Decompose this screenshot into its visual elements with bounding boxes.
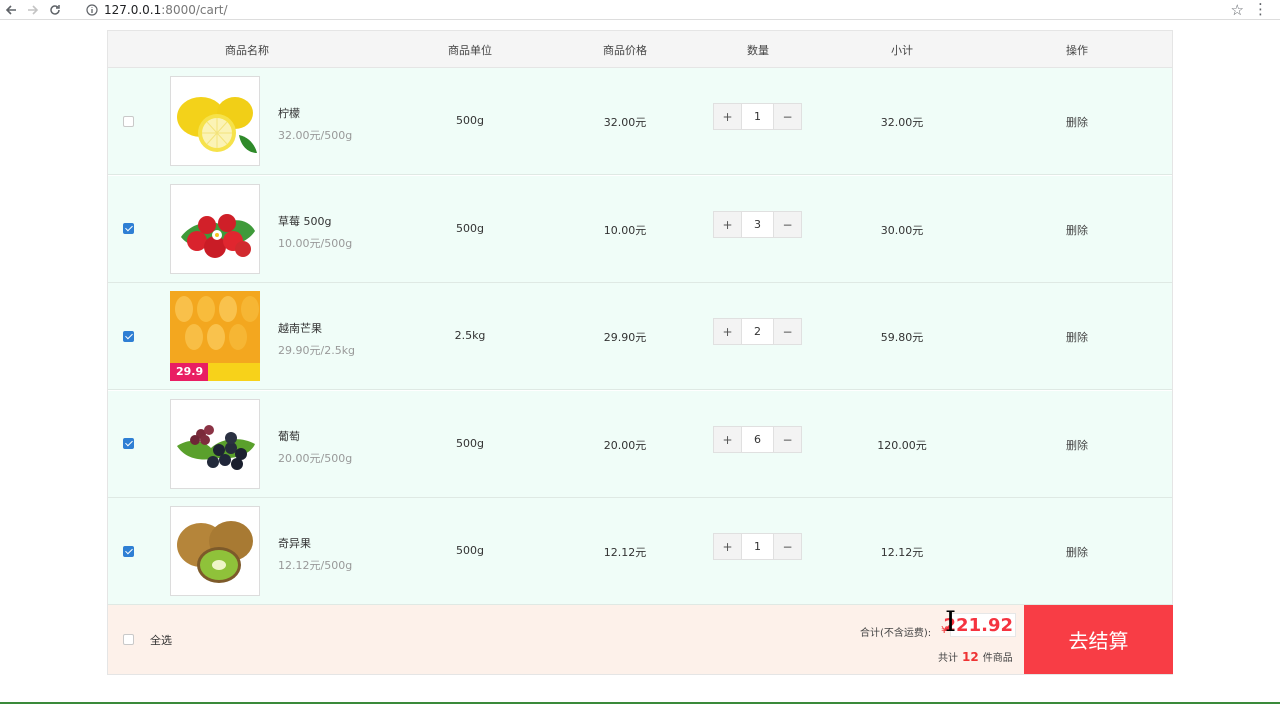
increase-button[interactable]: + [714,534,741,559]
decrease-button[interactable]: − [774,534,801,559]
decrease-button[interactable]: − [774,104,801,129]
row-subtotal: 12.12元 [880,546,924,559]
product-price: 10.00元 [603,224,647,237]
cart-row: 柠檬 32.00元/500g 500g 32.00元 + 1 − 32.00元 … [108,68,1172,175]
quantity-value[interactable]: 1 [741,104,774,129]
delete-link[interactable]: 删除 [1066,544,1088,560]
decrease-button[interactable]: − [774,319,801,344]
item-checkbox[interactable] [123,223,134,234]
address-bar[interactable]: 127.0.0.1:8000/cart/ [84,0,1254,20]
item-checkbox[interactable] [123,438,134,449]
item-checkbox[interactable] [123,331,134,342]
mango-price-tag: 29.9 [176,365,204,378]
product-price: 20.00元 [603,439,647,452]
product-unit: 500g [456,222,484,235]
product-image-mango: 29.9 [170,291,260,381]
product-image-lemon [170,76,260,166]
cart-row: 葡萄 20.00元/500g 500g 20.00元 + 6 − 120.00元… [108,391,1172,498]
total-label: 合计(不含运费): [860,628,932,639]
row-subtotal: 59.80元 [880,331,924,344]
product-name: 葡萄 [278,430,300,443]
product-unit-price: 32.00元/500g [278,129,353,142]
quantity-stepper: + 6 − [713,426,802,453]
count-prefix: 共计 [938,653,958,664]
select-all-label[interactable]: 全选 [150,632,172,648]
quantity-stepper: + 3 − [713,211,802,238]
item-checkbox[interactable] [123,546,134,557]
row-subtotal: 30.00元 [880,224,924,237]
product-name: 柠檬 [278,107,300,120]
product-name: 草莓 500g [278,215,332,228]
select-all-checkbox[interactable] [123,634,134,645]
row-subtotal: 120.00元 [877,439,927,452]
count-suffix: 件商品 [982,653,1013,664]
delete-link[interactable]: 删除 [1066,437,1088,453]
bookmark-star-icon[interactable]: ☆ [1231,1,1244,19]
product-image-grape [170,399,260,489]
reload-icon[interactable] [44,0,66,20]
product-image-kiwi [170,506,260,596]
checkout-button[interactable]: 去结算 [1024,605,1173,674]
back-icon[interactable] [0,0,22,20]
product-image-strawberry [170,184,260,274]
cart-row: 29.9 越南芒果 29.90元/2.5kg 2.5kg 29.90元 + 2 … [108,283,1172,390]
total-amount: 221.92 [944,613,1016,637]
increase-button[interactable]: + [714,104,741,129]
product-unit: 500g [456,544,484,557]
product-unit-price: 10.00元/500g [278,237,353,250]
url-path: :8000/cart/ [161,3,228,17]
header-price: 商品价格 [603,44,647,57]
quantity-value[interactable]: 3 [741,212,774,237]
increase-button[interactable]: + [714,427,741,452]
quantity-stepper: + 1 − [713,103,802,130]
product-price: 12.12元 [603,546,647,559]
quantity-stepper: + 1 − [713,533,802,560]
header-subtotal: 小计 [891,44,913,57]
header-quantity: 数量 [747,44,769,57]
table-header: 商品名称 商品单位 商品价格 数量 小计 操作 [108,31,1172,68]
browser-menu-icon[interactable]: ⋮ [1253,0,1268,18]
page-bottom-border [0,702,1280,704]
forward-icon[interactable] [22,0,44,20]
header-action: 操作 [1066,44,1088,57]
cart-row: 草莓 500g 10.00元/500g 500g 10.00元 + 3 − 30… [108,176,1172,283]
cart-row: 奇异果 12.12元/500g 500g 12.12元 + 1 − 12.12元… [108,498,1172,605]
browser-toolbar: 127.0.0.1:8000/cart/ ☆ ⋮ [0,0,1280,20]
item-count: 共计 12 件商品 [938,649,1013,664]
product-name: 越南芒果 [278,322,322,335]
quantity-value[interactable]: 1 [741,534,774,559]
product-unit-price: 20.00元/500g [278,452,353,465]
info-icon[interactable] [84,2,100,18]
row-subtotal: 32.00元 [880,116,924,129]
product-unit: 500g [456,114,484,127]
header-unit: 商品单位 [448,44,492,57]
product-price: 29.90元 [603,331,647,344]
quantity-value[interactable]: 6 [741,427,774,452]
delete-link[interactable]: 删除 [1066,222,1088,238]
product-price: 32.00元 [603,116,647,129]
product-unit: 2.5kg [454,329,486,342]
decrease-button[interactable]: − [774,212,801,237]
count-value: 12 [962,650,979,664]
decrease-button[interactable]: − [774,427,801,452]
increase-button[interactable]: + [714,212,741,237]
delete-link[interactable]: 删除 [1066,329,1088,345]
cart-footer: 全选 合计(不含运费): ¥ 221.92 I 共计 12 件商品 去结算 [108,605,1173,674]
product-unit-price: 29.90元/2.5kg [278,344,356,357]
delete-link[interactable]: 删除 [1066,114,1088,130]
item-checkbox[interactable] [123,116,134,127]
quantity-stepper: + 2 − [713,318,802,345]
product-name: 奇异果 [278,537,311,550]
cart-table: 商品名称 商品单位 商品价格 数量 小计 操作 柠檬 32.00元/500g 5… [107,30,1173,675]
quantity-value[interactable]: 2 [741,319,774,344]
url-host: 127.0.0.1 [104,3,162,17]
text-cursor-icon: I [945,605,957,638]
product-unit-price: 12.12元/500g [278,559,353,572]
product-unit: 500g [456,437,484,450]
increase-button[interactable]: + [714,319,741,344]
header-product-name: 商品名称 [225,44,269,57]
